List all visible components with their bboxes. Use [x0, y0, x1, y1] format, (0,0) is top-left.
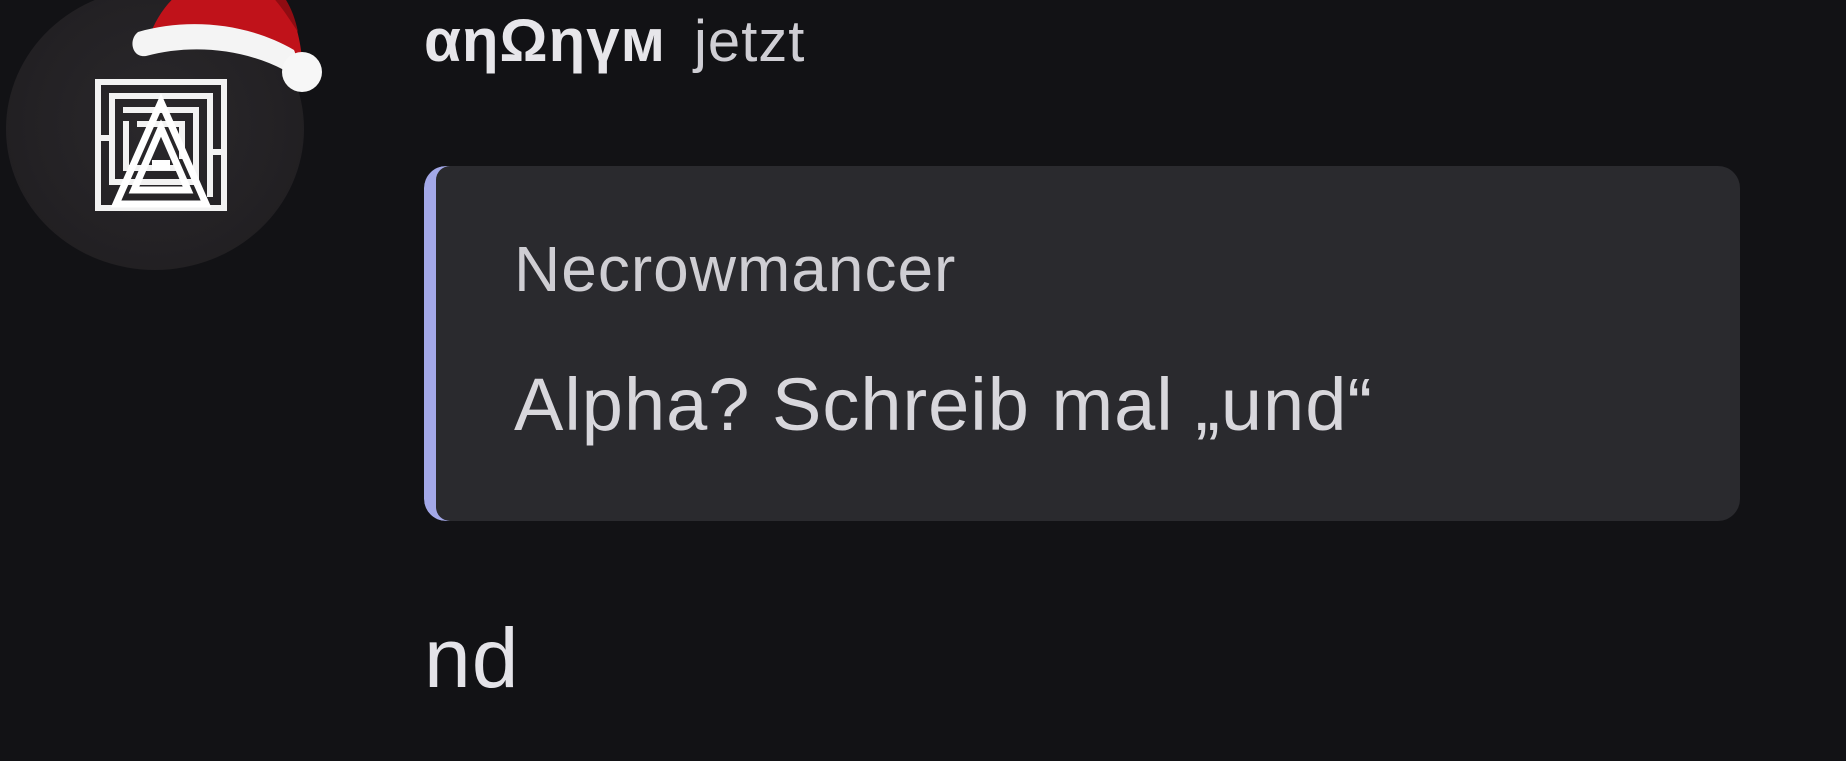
- message-header: αηΩηүм jetzt: [424, 6, 805, 82]
- reply-text: Alpha? Schreib mal „und“: [514, 363, 1373, 446]
- reply-accent-bar: [424, 166, 450, 521]
- reply-author: Necrowmancer: [514, 233, 957, 305]
- message-author[interactable]: αηΩηүм: [424, 6, 666, 75]
- santa-hat-icon: [132, 0, 322, 92]
- message-body: nd: [424, 611, 520, 705]
- message-timestamp: jetzt: [694, 9, 806, 74]
- chat-screen: αηΩηүм jetzt Necrowmancer Alpha? Schreib…: [0, 0, 1846, 761]
- avatar[interactable]: [6, 0, 322, 270]
- reply-quote[interactable]: Necrowmancer Alpha? Schreib mal „und“: [424, 166, 1740, 521]
